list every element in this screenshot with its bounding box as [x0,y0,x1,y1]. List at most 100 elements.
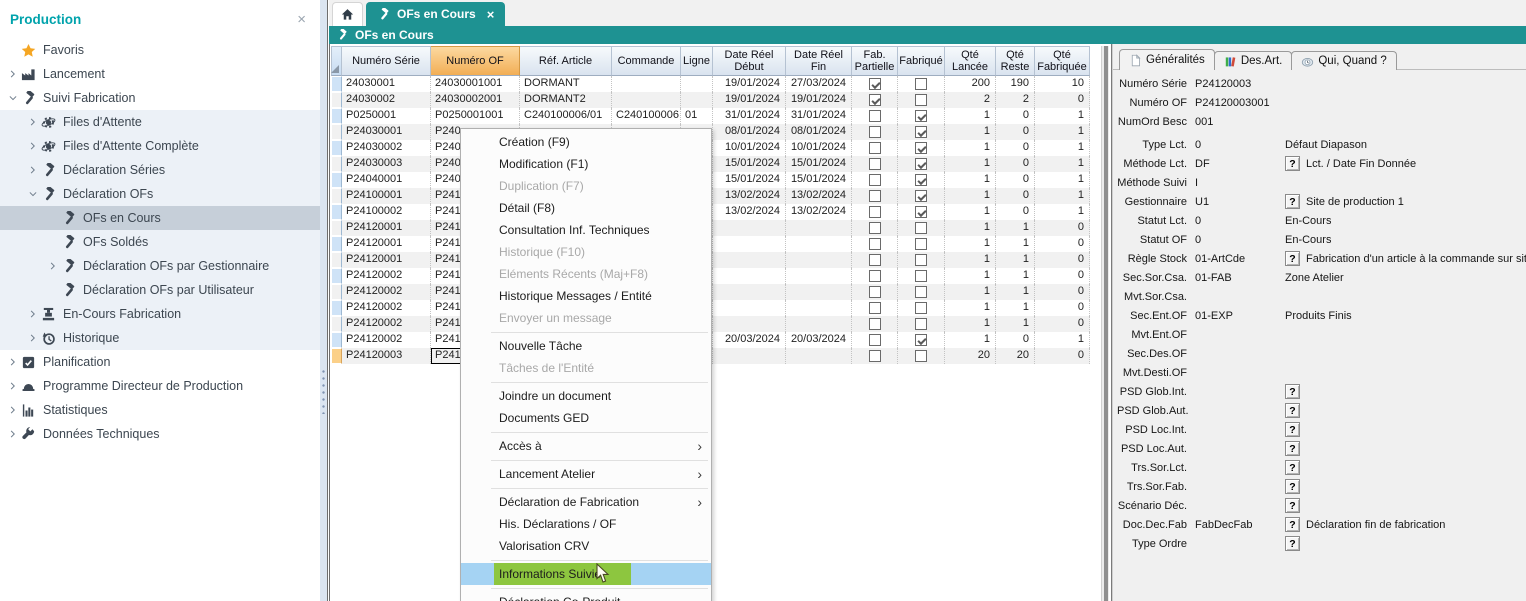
cell-of[interactable]: 24030002001 [431,92,520,108]
column-header-qres[interactable]: Qté Reste [996,46,1035,76]
checkbox-unchecked[interactable] [869,270,881,282]
cell-qfab[interactable]: 1 [1035,108,1090,124]
cell-article[interactable]: DORMANT [520,76,612,92]
sidebar-item-statistiques[interactable]: Statistiques [0,398,320,422]
checkbox-unchecked[interactable] [915,302,927,314]
chevron-right-icon[interactable] [26,333,40,343]
checkbox-unchecked[interactable] [869,206,881,218]
cell-qres[interactable]: 0 [996,188,1035,204]
cell-qres[interactable]: 0 [996,124,1035,140]
sidebar-item-historique[interactable]: Historique [0,326,320,350]
detail-tab-des-art[interactable]: Des.Art. [1214,51,1293,70]
cell-qlan[interactable]: 1 [945,284,996,300]
cell-fabp[interactable] [852,204,898,220]
checkbox-unchecked[interactable] [915,254,927,266]
sidebar-item-suivi-fabrication[interactable]: Suivi Fabrication [0,86,320,110]
cell-debut[interactable]: 13/02/2024 [713,188,786,204]
sidebar-item-ofs-soldes[interactable]: OFs Soldés [0,230,320,254]
cell-fab[interactable] [898,140,945,156]
checkbox-checked[interactable] [915,174,927,186]
menu-item-declaration-co-produit[interactable]: Déclaration Co-Produit [461,591,711,601]
row-indicator-cell[interactable] [331,92,342,108]
table-row[interactable]: P24120003P24120200 [331,348,1101,364]
sidebar-item-favoris[interactable]: Favoris [0,38,320,62]
checkbox-unchecked[interactable] [869,222,881,234]
cell-fin[interactable] [786,348,852,364]
cell-fabp[interactable] [852,252,898,268]
cell-qfab[interactable]: 0 [1035,268,1090,284]
table-row[interactable]: P0250001P0250001001C240100006/01C2401000… [331,108,1101,124]
cell-fin[interactable] [786,268,852,284]
checkbox-unchecked[interactable] [869,110,881,122]
menu-item-declaration-de-fabrication[interactable]: Déclaration de Fabrication› [461,491,711,513]
cell-ligne[interactable]: 01 [681,108,713,124]
sidebar-item-lancement[interactable]: Lancement [0,62,320,86]
cell-qfab[interactable]: 1 [1035,204,1090,220]
column-header-fab[interactable]: Fabriqué [898,46,945,76]
cell-debut[interactable]: 13/02/2024 [713,204,786,220]
cell-debut[interactable]: 15/01/2024 [713,156,786,172]
checkbox-checked[interactable] [869,94,881,106]
chevron-down-icon[interactable] [26,189,40,199]
checkbox-unchecked[interactable] [915,78,927,90]
cell-qfab[interactable]: 1 [1035,172,1090,188]
cell-article[interactable]: C240100006/01 [520,108,612,124]
checkbox-unchecked[interactable] [869,302,881,314]
cell-of[interactable]: 24030001001 [431,76,520,92]
cell-debut[interactable]: 31/01/2024 [713,108,786,124]
cell-fin[interactable]: 27/03/2024 [786,76,852,92]
cell-fin[interactable] [786,284,852,300]
chevron-right-icon[interactable] [6,405,20,415]
cell-fin[interactable] [786,236,852,252]
cell-fab[interactable] [898,348,945,364]
cell-fab[interactable] [898,108,945,124]
cell-fab[interactable] [898,92,945,108]
cell-qlan[interactable]: 1 [945,252,996,268]
row-indicator-cell[interactable] [331,108,342,124]
row-indicator-cell[interactable] [331,268,342,284]
cell-qlan[interactable]: 20 [945,348,996,364]
table-row[interactable]: P24120002P241110 [331,268,1101,284]
cell-qlan[interactable]: 1 [945,108,996,124]
cell-qlan[interactable]: 1 [945,140,996,156]
cell-qres[interactable]: 0 [996,172,1035,188]
cell-fab[interactable] [898,76,945,92]
cell-qres[interactable]: 0 [996,204,1035,220]
menu-item-consultation-inf-techniques[interactable]: Consultation Inf. Techniques [461,219,711,241]
cell-fab[interactable] [898,236,945,252]
cell-qres[interactable]: 0 [996,156,1035,172]
cell-debut[interactable] [713,316,786,332]
cell-qres[interactable]: 0 [996,108,1035,124]
table-row[interactable]: P24040001P24015/01/202415/01/2024101 [331,172,1101,188]
cell-debut[interactable] [713,236,786,252]
cell-fab[interactable] [898,156,945,172]
chevron-right-icon[interactable] [6,429,20,439]
row-indicator-cell[interactable] [331,188,342,204]
checkbox-unchecked[interactable] [869,334,881,346]
sidebar-item-planification[interactable]: Planification [0,350,320,374]
table-row[interactable]: P24030002P24010/01/202410/01/2024101 [331,140,1101,156]
chevron-right-icon[interactable] [6,357,20,367]
cell-debut[interactable] [713,220,786,236]
cell-fabp[interactable] [852,76,898,92]
sidebar-item-donnees-techniques[interactable]: Données Techniques [0,422,320,446]
cell-serie[interactable]: P24120002 [342,316,431,332]
cell-fin[interactable]: 19/01/2024 [786,92,852,108]
checkbox-unchecked[interactable] [869,350,881,362]
cell-fabp[interactable] [852,236,898,252]
sidebar-close-icon[interactable]: × [293,11,310,28]
cell-qres[interactable]: 2 [996,92,1035,108]
cell-debut[interactable] [713,268,786,284]
sidebar-splitter[interactable] [320,0,328,601]
menu-item-lancement-atelier[interactable]: Lancement Atelier› [461,463,711,485]
cell-debut[interactable] [713,284,786,300]
menu-item-modification-f1[interactable]: Modification (F1) [461,153,711,175]
checkbox-unchecked[interactable] [915,270,927,282]
tab-ofs-en-cours[interactable]: OFs en Cours × [366,2,505,26]
cell-commande[interactable] [612,92,681,108]
checkbox-unchecked[interactable] [915,286,927,298]
sidebar-item-programme-directeur-de-production[interactable]: Programme Directeur de Production [0,374,320,398]
cell-fabp[interactable] [852,348,898,364]
column-header-of[interactable]: Numéro OF [431,46,520,76]
cell-debut[interactable] [713,348,786,364]
